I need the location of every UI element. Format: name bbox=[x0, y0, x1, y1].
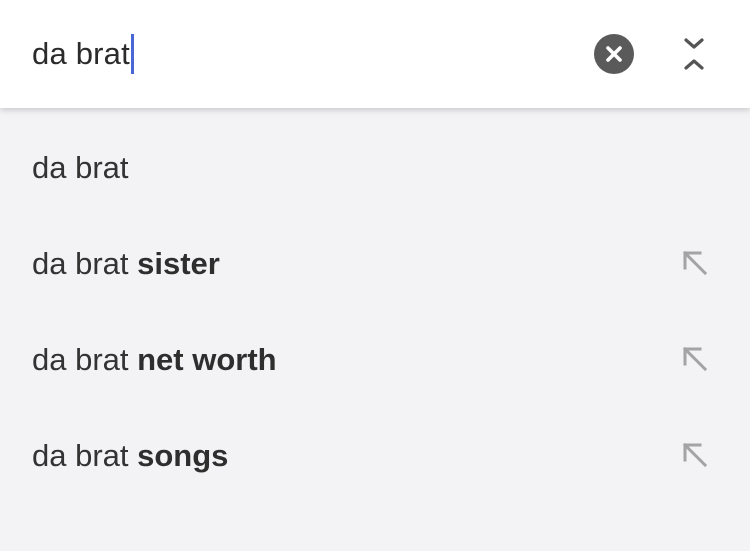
suggestion-item[interactable]: da brat songs bbox=[0, 410, 750, 506]
collapse-button[interactable] bbox=[676, 34, 712, 74]
arrow-up-left-icon bbox=[682, 442, 708, 468]
fill-query-button[interactable] bbox=[678, 438, 712, 472]
arrow-up-left-icon bbox=[682, 250, 708, 276]
suggestion-base-text: da brat bbox=[32, 246, 138, 281]
suggestion-completion-text: songs bbox=[137, 438, 229, 473]
suggestion-base-text: da brat bbox=[32, 150, 129, 185]
close-circle-icon bbox=[606, 46, 622, 62]
text-caret bbox=[130, 34, 134, 74]
search-query-text[interactable]: da brat bbox=[32, 36, 130, 72]
fill-query-button[interactable] bbox=[678, 342, 712, 376]
clear-search-button[interactable] bbox=[594, 34, 634, 74]
suggestion-item[interactable]: da brat sister bbox=[0, 218, 750, 314]
search-bar: da brat bbox=[0, 0, 750, 108]
suggestion-label: da brat songs bbox=[32, 438, 228, 474]
suggestion-completion-text: sister bbox=[137, 246, 220, 281]
suggestion-item[interactable]: da brat bbox=[0, 122, 750, 218]
suggestion-label: da brat bbox=[32, 150, 129, 186]
suggestion-label: da brat net worth bbox=[32, 342, 277, 378]
collapse-icon bbox=[684, 38, 704, 70]
suggestion-label: da brat sister bbox=[32, 246, 220, 282]
suggestion-completion-text: net worth bbox=[137, 342, 277, 377]
suggestion-item[interactable]: da brat net worth bbox=[0, 314, 750, 410]
suggestion-list: da brat da brat sister da brat net worth… bbox=[0, 108, 750, 551]
fill-query-button[interactable] bbox=[678, 246, 712, 280]
suggestion-base-text: da brat bbox=[32, 438, 138, 473]
arrow-up-left-icon bbox=[682, 346, 708, 372]
suggestion-base-text: da brat bbox=[32, 342, 138, 377]
search-input[interactable]: da brat bbox=[32, 31, 134, 77]
